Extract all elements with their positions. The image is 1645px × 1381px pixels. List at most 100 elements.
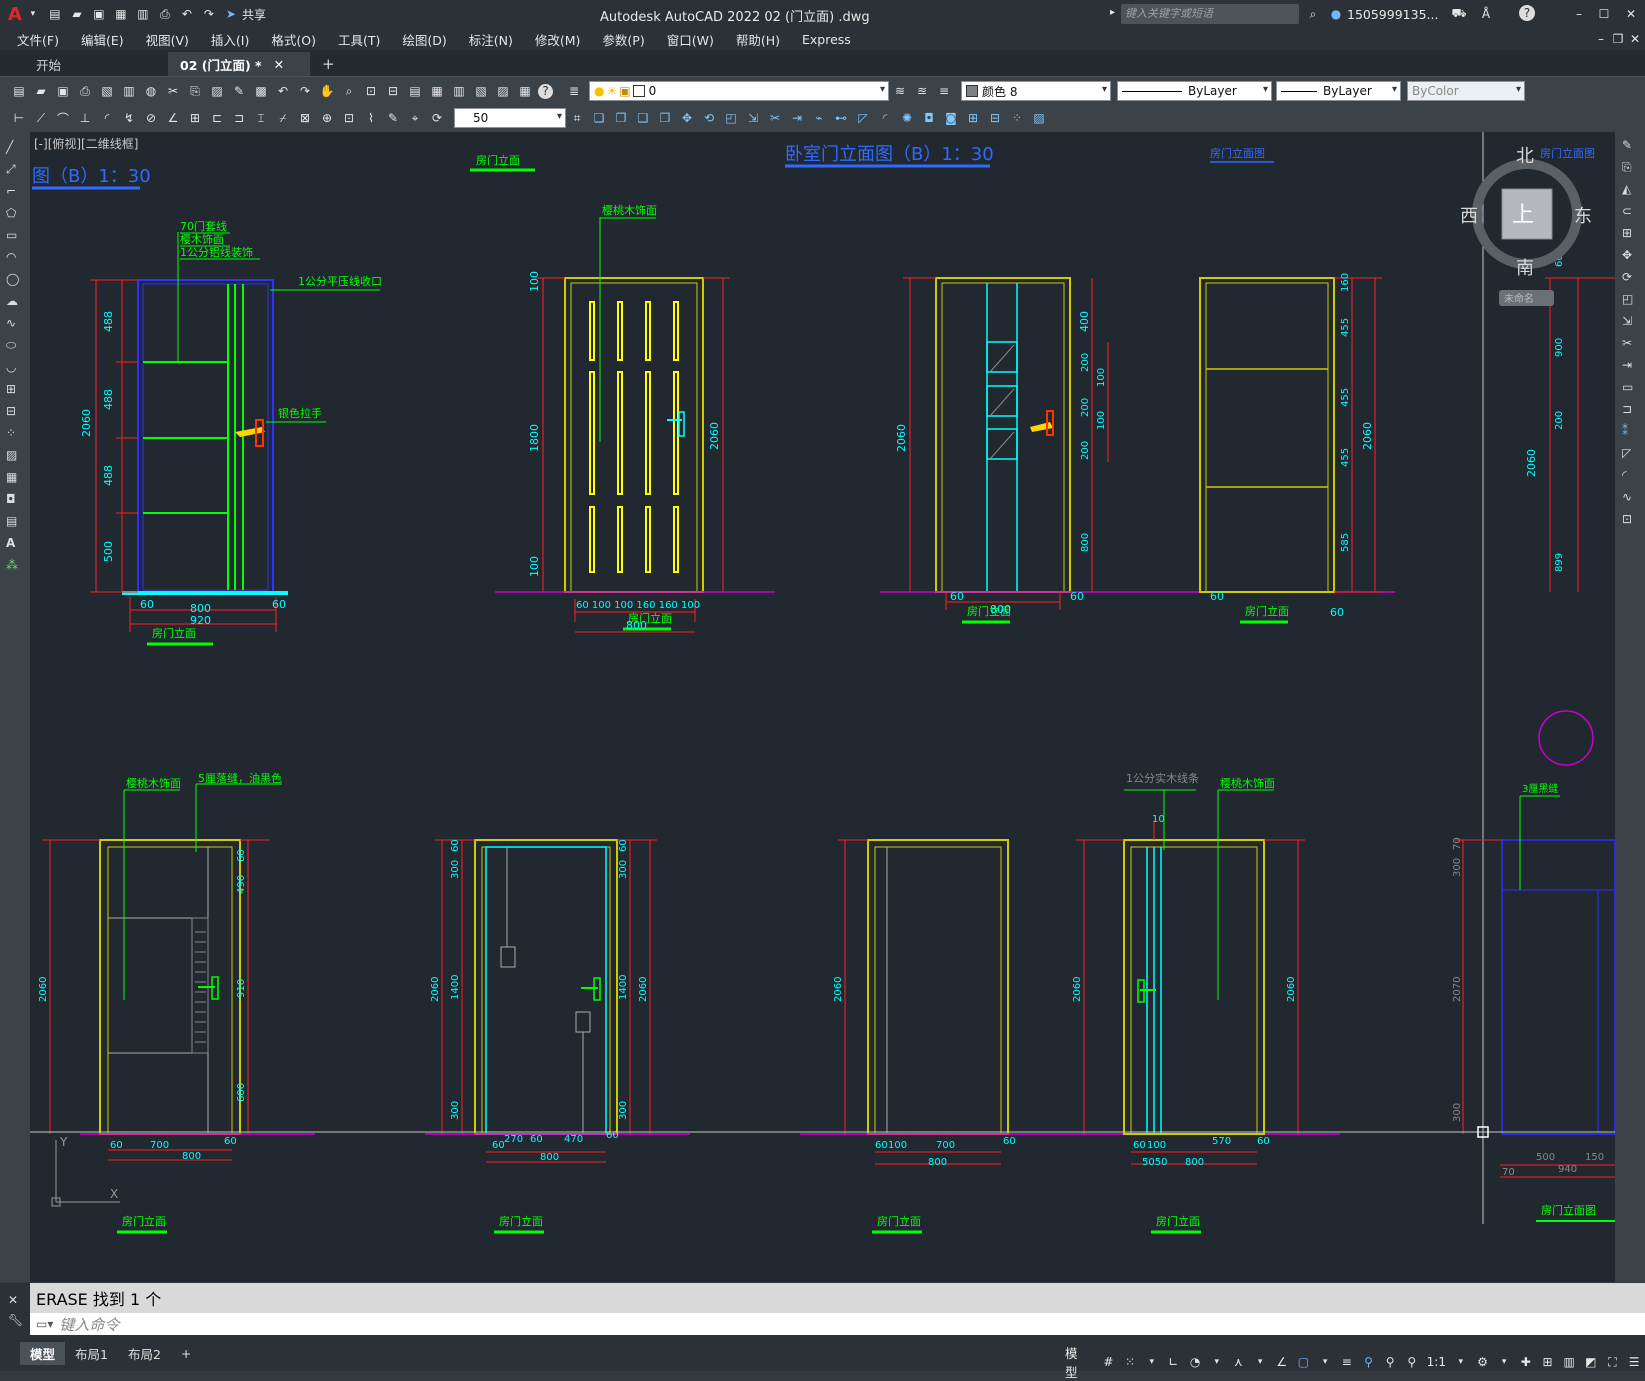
user-name[interactable]: 1505999135... — [1347, 7, 1438, 22]
isolate-objects-icon[interactable]: ◩ — [1582, 1353, 1600, 1371]
layout-tab-1[interactable]: 布局1 — [65, 1342, 118, 1365]
block-editor-icon[interactable]: ▩ — [252, 82, 270, 100]
circle-icon[interactable]: ◯ — [6, 272, 24, 290]
close-command-icon[interactable]: ✕ — [8, 1293, 18, 1307]
polygon-icon[interactable]: ⬠ — [6, 206, 24, 224]
rectangle-icon[interactable]: ▭ — [6, 228, 24, 246]
new-file-icon[interactable]: ▤ — [46, 5, 64, 23]
extend-icon[interactable]: ⇥ — [788, 109, 806, 127]
annotation-monitor-icon[interactable]: ✚ — [1517, 1353, 1535, 1371]
cut-icon[interactable]: ✂ — [164, 82, 182, 100]
tab-start[interactable]: 开始 — [0, 52, 168, 76]
save-icon[interactable]: ▣ — [54, 82, 72, 100]
layer-states-icon[interactable]: ≡ — [935, 82, 953, 100]
dim-update-icon[interactable]: ⟳ — [428, 109, 446, 127]
qdim-icon[interactable]: ⊞ — [186, 109, 204, 127]
layer-dropdown[interactable]: ● ☀ ▣ 0 ▾ — [589, 81, 889, 101]
layer-previous-icon[interactable]: ≊ — [913, 82, 931, 100]
dim-arc-icon[interactable]: ⌒ — [54, 109, 72, 127]
dim-baseline-icon[interactable]: ⊏ — [208, 109, 226, 127]
door-elevation-1[interactable]: 2060 488 488 488 500 60 800 60 920 70门套线… — [80, 219, 382, 632]
scale-icon[interactable]: ◰ — [1622, 292, 1633, 306]
search-icon[interactable]: ⌕ — [1304, 5, 1322, 23]
rotate-icon[interactable]: ⟲ — [700, 109, 718, 127]
command-line-handle[interactable]: ✕ 🔧︎ — [0, 1283, 30, 1335]
dim-radius-icon[interactable]: ◜ — [98, 109, 116, 127]
save-as-icon[interactable]: ▦ — [112, 5, 130, 23]
fullscreen-icon[interactable]: ⛶ — [1604, 1353, 1622, 1371]
copy-icon[interactable]: ⎘ — [1622, 160, 1632, 175]
menu-parametric[interactable]: 参数(P) — [591, 30, 655, 49]
copy-icon[interactable]: ⎘ — [186, 82, 204, 100]
help-icon[interactable]: ? — [1519, 5, 1535, 21]
mtext-icon[interactable]: A — [6, 536, 24, 554]
undo-icon[interactable]: ↶ — [178, 5, 196, 23]
menu-draw[interactable]: 绘图(D) — [391, 30, 457, 49]
dimscale-dropdown[interactable]: 50 ▾ — [454, 108, 566, 128]
open-icon[interactable]: ▰ — [32, 82, 50, 100]
inspection-icon[interactable]: ⊡ — [340, 109, 358, 127]
autocad-logo-icon[interactable]: A — [8, 4, 22, 25]
cart-icon[interactable]: ⛟ — [1450, 5, 1468, 23]
tab-document[interactable]: 02 (门立面) * ✕ — [168, 52, 310, 76]
viewport-label[interactable]: [-][俯视][二维线框] — [34, 136, 138, 151]
menu-dimension[interactable]: 标注(N) — [458, 30, 524, 49]
isodraft-icon[interactable]: ⋏ — [1230, 1353, 1248, 1371]
doc-minimize-icon[interactable]: – — [1592, 30, 1610, 48]
region-icon[interactable]: ◘ — [920, 109, 938, 127]
dim-style-icon[interactable]: ⌗ — [568, 109, 586, 127]
ellipse-arc-icon[interactable]: ◡ — [6, 360, 24, 378]
hatch-icon[interactable]: ▨ — [6, 448, 24, 466]
door-elevation-2[interactable]: 1800 100 100 2060 60 100 100 160 160 100… — [495, 203, 775, 633]
dim-break-icon[interactable]: ⌿ — [274, 109, 292, 127]
annotation-visibility-icon[interactable]: ⚲ — [1360, 1353, 1378, 1371]
menu-edit[interactable]: 编辑(E) — [70, 30, 135, 49]
construction-line-icon[interactable]: ⤢ — [6, 162, 24, 180]
quick-properties-icon[interactable]: ▥ — [1560, 1353, 1578, 1371]
menu-insert[interactable]: 插入(I) — [200, 30, 260, 49]
menu-tools[interactable]: 工具(T) — [327, 30, 391, 49]
doc-restore-icon[interactable]: ❐ — [1609, 30, 1627, 48]
design-center-icon[interactable]: ▦ — [428, 82, 446, 100]
hatch-icon[interactable]: ▨ — [1030, 109, 1048, 127]
dim-edit-icon[interactable]: ✎ — [384, 109, 402, 127]
command-input[interactable]: ▭▾ 键入命令 — [30, 1313, 1645, 1335]
viewcube[interactable]: 上 北 南 东 西 未命名 — [1460, 146, 1592, 306]
make-block-icon[interactable]: ⊟ — [986, 109, 1004, 127]
erase-icon[interactable]: ✎ — [1622, 138, 1632, 152]
door-elevation-3[interactable]: 2060 400 200 200 200 100 100 800 60 800 … — [880, 277, 1395, 616]
blend-icon[interactable]: ∿ — [1622, 490, 1632, 504]
viewcube-south[interactable]: 南 — [1516, 258, 1534, 279]
open-folder-icon[interactable]: ▰ — [68, 5, 86, 23]
menu-express[interactable]: Express — [791, 32, 862, 47]
arc-icon[interactable]: ◠ — [6, 250, 24, 268]
pan-icon[interactable]: ✋ — [318, 82, 336, 100]
door-elevation-8[interactable]: 2060 2060 10 60 100 570 60 5050 800 1公分实… — [1072, 771, 1305, 1168]
workspace-gear-icon[interactable]: ⚙ — [1474, 1353, 1492, 1371]
menu-help[interactable]: 帮助(H) — [725, 30, 791, 49]
quickcalc-icon[interactable]: ▦ — [516, 82, 534, 100]
customize-menu-icon[interactable]: ☰ — [1625, 1353, 1643, 1371]
dim-jogged-icon[interactable]: ↯ — [120, 109, 138, 127]
array-icon[interactable]: ⊞ — [1622, 226, 1632, 240]
ortho-icon[interactable]: ∟ — [1165, 1353, 1183, 1371]
insert-block-icon[interactable]: ⊞ — [964, 109, 982, 127]
linetype-dropdown[interactable]: ByLayer ▾ — [1117, 81, 1272, 101]
share-icon[interactable]: ➤ — [222, 5, 240, 23]
menu-file[interactable]: 文件(F) — [0, 30, 70, 49]
chevron-down-icon[interactable]: ▾ — [1452, 1353, 1470, 1371]
dimtedit-icon[interactable]: ⌖ — [406, 109, 424, 127]
insert-block-icon[interactable]: ⊞ — [6, 382, 24, 400]
maximize-icon[interactable]: ☐ — [1595, 5, 1613, 23]
osnap-icon[interactable]: ▢ — [1295, 1353, 1313, 1371]
drawing-svg[interactable]: [-][俯视][二维线框] 图（B）1：30 卧室门立面图（B）1：30 房门立… — [30, 132, 1615, 1282]
grid-icon[interactable]: # — [1100, 1353, 1118, 1371]
undo-icon[interactable]: ↶ — [274, 82, 292, 100]
door-elevation-4[interactable]: 160 455 455 455 585 2060 60 60 — [1199, 273, 1382, 619]
trim-icon[interactable]: ✂ — [1622, 336, 1632, 350]
dim-continue-icon[interactable]: ⊐ — [230, 109, 248, 127]
layout-tab-model[interactable]: 模型 — [20, 1341, 66, 1365]
rotate-icon[interactable]: ⟳ — [1622, 270, 1632, 284]
tool-palettes-icon[interactable]: ▥ — [450, 82, 468, 100]
save-icon[interactable]: ▣ — [90, 5, 108, 23]
